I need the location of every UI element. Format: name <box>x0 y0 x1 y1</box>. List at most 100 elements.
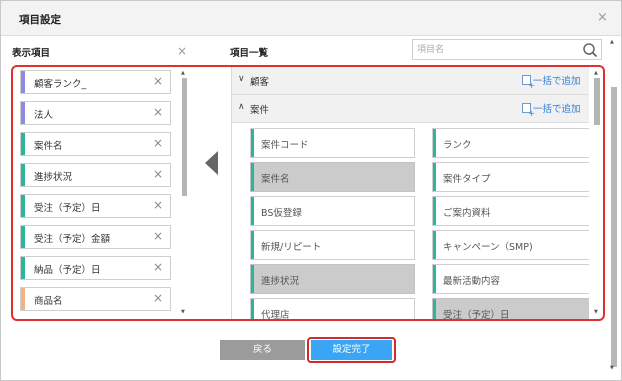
category-color-bar <box>251 129 254 157</box>
dialog-scroll-thumb[interactable] <box>611 87 617 367</box>
candidate-item-label: 最新活動内容 <box>443 276 501 287</box>
search-box <box>412 39 602 60</box>
arrow-left-icon[interactable] <box>205 151 218 175</box>
scroll-up-icon[interactable]: ▲ <box>594 70 598 76</box>
scroll-down-icon[interactable]: ▼ <box>594 309 598 315</box>
remove-icon[interactable]: × <box>153 260 163 274</box>
remove-icon[interactable]: × <box>153 198 163 212</box>
scroll-up-icon[interactable]: ▲ <box>181 70 185 76</box>
done-button[interactable]: 設定完了 <box>311 340 392 360</box>
scroll-down-icon[interactable]: ▼ <box>610 365 614 371</box>
display-item-label: 案件名 <box>34 141 63 152</box>
display-item-label: 商品名 <box>34 296 63 307</box>
category-color-bar <box>433 197 436 225</box>
candidate-item[interactable]: BS仮登録 <box>250 196 415 226</box>
candidate-item[interactable]: 最新活動内容 <box>432 264 589 294</box>
display-item-label: 受注（予定）日 <box>34 203 101 214</box>
candidate-item[interactable]: 案件名 <box>250 162 415 192</box>
candidate-item-label: 代理店 <box>261 310 290 319</box>
display-item[interactable]: 法人 × <box>20 101 171 125</box>
remove-icon[interactable]: × <box>153 229 163 243</box>
candidate-item-label: ご案内資料 <box>443 208 491 219</box>
remove-icon[interactable]: × <box>153 136 163 150</box>
category-color-bar <box>433 163 436 191</box>
clear-all-icon[interactable]: × <box>177 44 187 58</box>
add-all-label: 一括で追加 <box>533 76 581 87</box>
search-input[interactable] <box>417 42 577 57</box>
category-color-bar <box>21 257 25 279</box>
display-item[interactable]: 商品名 × <box>20 287 171 311</box>
remove-icon[interactable]: × <box>153 291 163 305</box>
candidate-item[interactable]: 新規/リピート <box>250 230 415 260</box>
add-all-icon <box>522 75 535 90</box>
candidate-item[interactable]: 受注（予定）日 <box>432 298 589 319</box>
candidate-item-label: 案件タイプ <box>443 174 491 185</box>
candidate-item-label: 案件名 <box>261 174 290 185</box>
display-item-label: 受注（予定）金額 <box>34 234 111 245</box>
display-item[interactable]: 案件名 × <box>20 132 171 156</box>
display-item[interactable]: 納品（予定）日 × <box>20 256 171 280</box>
candidate-item-label: 進捗状況 <box>261 276 300 287</box>
category-color-bar <box>21 164 25 186</box>
category-color-bar <box>433 265 436 293</box>
category-color-bar <box>21 288 25 310</box>
chevron-down-icon: ∨ <box>238 74 245 84</box>
field-selector-highlight: 顧客ランク_ × 法人 × 案件名 × 進捗状況 × 受注（予定）日 × 受注（予定）金額 × 納品（予… <box>11 65 605 321</box>
display-item-label: 顧客ランク_ <box>34 79 87 90</box>
category-color-bar <box>21 195 25 217</box>
candidate-item[interactable]: ご案内資料 <box>432 196 589 226</box>
candidate-item-label: 新規/リピート <box>261 242 322 253</box>
display-item-list: 顧客ランク_ × 法人 × 案件名 × 進捗状況 × 受注（予定）日 × 受注（予定）金額 × 納品（予… <box>20 70 185 318</box>
candidate-item-label: キャンペーン（SMP) <box>443 242 533 253</box>
scroll-down-icon[interactable]: ▼ <box>181 309 185 315</box>
candidate-item-label: ランク <box>443 140 472 151</box>
section-case[interactable]: ∧ 案件 一括で追加 <box>232 95 589 123</box>
section-customer[interactable]: ∨ 顧客 一括で追加 <box>232 67 589 95</box>
left-scrollbar[interactable]: ▲ ▼ <box>181 70 188 318</box>
display-item[interactable]: 進捗状況 × <box>20 163 171 187</box>
item-list-label: 項目一覧 <box>230 48 269 59</box>
add-all-button[interactable]: 一括で追加 <box>522 73 581 90</box>
candidate-item[interactable]: 案件タイプ <box>432 162 589 192</box>
display-item[interactable]: 受注（予定）金額 × <box>20 225 171 249</box>
category-color-bar <box>251 163 254 191</box>
add-all-button[interactable]: 一括で追加 <box>522 101 581 118</box>
remove-icon[interactable]: × <box>153 74 163 88</box>
display-item[interactable]: 受注（予定）日 × <box>20 194 171 218</box>
remove-icon[interactable]: × <box>153 167 163 181</box>
search-icon[interactable] <box>581 41 599 59</box>
category-color-bar <box>21 102 25 124</box>
left-scroll-thumb[interactable] <box>182 78 187 196</box>
add-all-label: 一括で追加 <box>533 104 581 115</box>
category-color-bar <box>251 197 254 225</box>
category-color-bar <box>433 231 436 259</box>
back-button[interactable]: 戻る <box>220 340 305 360</box>
section-name: 案件 <box>250 105 270 116</box>
display-item[interactable]: 顧客ランク_ × <box>20 70 171 94</box>
dialog-header: 項目設定 × <box>1 1 621 36</box>
done-button-highlight: 設定完了 <box>307 337 396 363</box>
category-color-bar <box>251 265 254 293</box>
settings-dialog: 項目設定 × 表示項目 × 項目一覧 顧客ランク_×法人×案件名×進捗状況×受注… <box>0 0 622 381</box>
category-color-bar <box>433 299 436 319</box>
right-scrollbar[interactable]: ▲ ▼ <box>593 70 601 318</box>
dialog-scrollbar[interactable]: ▲ ▼ <box>609 39 618 375</box>
category-color-bar <box>21 71 25 93</box>
display-item-label: 進捗状況 <box>34 172 73 183</box>
close-icon[interactable]: × <box>597 10 608 25</box>
category-color-bar <box>21 133 25 155</box>
display-items-label: 表示項目 <box>12 48 51 59</box>
section-name: 顧客 <box>250 77 270 88</box>
candidate-item-label: 案件コード <box>261 140 309 151</box>
candidate-item[interactable]: ランク <box>432 128 589 158</box>
remove-icon[interactable]: × <box>153 105 163 119</box>
candidate-item[interactable]: 代理店 <box>250 298 415 319</box>
add-all-icon <box>522 103 535 118</box>
candidate-item[interactable]: キャンペーン（SMP) <box>432 230 589 260</box>
chevron-up-icon: ∧ <box>238 102 245 112</box>
candidate-item[interactable]: 案件コード <box>250 128 415 158</box>
right-scroll-thumb[interactable] <box>594 78 600 125</box>
display-item-label: 法人 <box>34 110 54 121</box>
scroll-up-icon[interactable]: ▲ <box>610 39 614 45</box>
candidate-item[interactable]: 進捗状況 <box>250 264 415 294</box>
